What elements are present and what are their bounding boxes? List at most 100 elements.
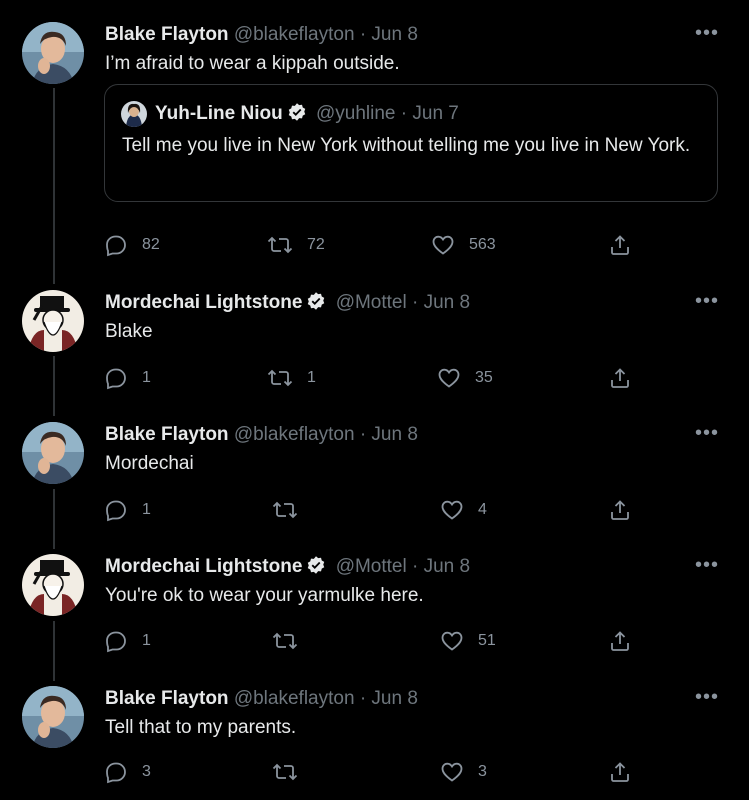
author-handle[interactable]: @blakeflayton <box>234 688 355 709</box>
reply-count: 1 <box>142 501 151 518</box>
author-handle[interactable]: @Mottel <box>336 292 407 313</box>
tweet-date[interactable]: Jun 8 <box>371 424 417 445</box>
separator: · <box>412 292 419 313</box>
share-icon <box>608 629 632 653</box>
like-count: 51 <box>478 632 496 649</box>
reply-button[interactable]: 1 <box>104 628 151 654</box>
author-handle[interactable]: @blakeflayton <box>234 24 355 45</box>
reply-count: 82 <box>142 236 160 253</box>
more-options-icon[interactable]: ••• <box>695 686 719 708</box>
tweet-date[interactable]: Jun 8 <box>371 24 417 45</box>
more-options-icon[interactable]: ••• <box>695 22 719 44</box>
reply-count: 3 <box>142 763 151 780</box>
retweet-icon <box>272 760 298 784</box>
retweet-button[interactable]: 72 <box>267 232 325 258</box>
separator: · <box>359 24 367 45</box>
quoted-author-name[interactable]: Yuh-Line Niou <box>155 103 283 124</box>
tweet-text: Tell that to my parents. <box>105 717 297 738</box>
share-icon <box>608 366 632 390</box>
reply-icon <box>104 629 128 653</box>
share-button[interactable] <box>608 232 632 258</box>
avatar-blake[interactable] <box>22 22 84 84</box>
separator: · <box>412 556 419 577</box>
tweet[interactable]: Blake Flayton @blakeflayton · Jun 8 ••• … <box>0 686 749 796</box>
avatar-yuhline <box>121 101 147 127</box>
avatar-blake[interactable] <box>22 686 84 748</box>
tweet[interactable]: Blake Flayton @blakeflayton · Jun 8 ••• … <box>0 422 749 532</box>
reply-count: 1 <box>142 369 151 386</box>
author-handle[interactable]: @Mottel <box>336 556 407 577</box>
separator: · <box>359 424 367 445</box>
tweet-header: Blake Flayton @blakeflayton · Jun 8 <box>105 686 418 712</box>
like-count: 563 <box>469 236 496 253</box>
like-button[interactable]: 51 <box>440 628 496 654</box>
like-button[interactable]: 563 <box>431 232 496 258</box>
reply-button[interactable]: 1 <box>104 365 151 391</box>
tweet-header: Blake Flayton @blakeflayton · Jun 8 <box>105 422 418 448</box>
tweet[interactable]: Mordechai Lightstone @Mottel · Jun 8 •••… <box>0 290 749 400</box>
retweet-button[interactable]: 1 <box>267 365 316 391</box>
retweet-icon <box>267 233 293 257</box>
author-name[interactable]: Blake Flayton <box>105 424 229 445</box>
like-button[interactable]: 35 <box>437 365 493 391</box>
quoted-author-handle[interactable]: @yuhline <box>316 103 396 124</box>
heart-icon <box>440 629 464 653</box>
author-handle[interactable]: @blakeflayton <box>234 424 355 445</box>
author-name[interactable]: Mordechai Lightstone <box>105 556 302 577</box>
tweet-actions: 1 4 <box>104 497 644 523</box>
tweet-text: I’m afraid to wear a kippah outside. <box>105 53 400 74</box>
reply-button[interactable]: 3 <box>104 759 151 785</box>
retweet-button[interactable] <box>272 759 312 785</box>
heart-icon <box>437 366 461 390</box>
author-name[interactable]: Blake Flayton <box>105 688 229 709</box>
like-button[interactable]: 3 <box>440 759 487 785</box>
share-icon <box>608 233 632 257</box>
tweet-header: Mordechai Lightstone @Mottel · Jun 8 <box>105 290 470 316</box>
verified-badge-icon <box>306 555 326 583</box>
reply-icon <box>104 366 128 390</box>
reply-icon <box>104 760 128 784</box>
tweet-date[interactable]: Jun 8 <box>424 556 470 577</box>
share-button[interactable] <box>608 759 632 785</box>
quoted-tweet-header: Yuh-Line Niou @yuhline · Jun 7 <box>155 101 459 130</box>
retweet-count: 1 <box>307 369 316 386</box>
reply-icon <box>104 233 128 257</box>
verified-badge-icon <box>287 102 307 130</box>
avatar-blake[interactable] <box>22 422 84 484</box>
tweet-actions: 1 51 <box>104 628 644 654</box>
avatar-mordechai[interactable] <box>22 290 84 352</box>
tweet-actions: 3 3 <box>104 759 644 785</box>
author-name[interactable]: Blake Flayton <box>105 24 229 45</box>
reply-button[interactable]: 1 <box>104 497 151 523</box>
tweet-header: Blake Flayton @blakeflayton · Jun 8 <box>105 22 418 48</box>
avatar-mordechai[interactable] <box>22 554 84 616</box>
tweet[interactable]: Mordechai Lightstone @Mottel · Jun 8 •••… <box>0 554 749 664</box>
tweet-date[interactable]: Jun 8 <box>424 292 470 313</box>
more-options-icon[interactable]: ••• <box>695 554 719 576</box>
tweet-text: Blake <box>105 321 153 342</box>
share-button[interactable] <box>608 365 632 391</box>
share-button[interactable] <box>608 628 632 654</box>
reply-count: 1 <box>142 632 151 649</box>
verified-badge-icon <box>306 291 326 319</box>
more-options-icon[interactable]: ••• <box>695 290 719 312</box>
tweet-date[interactable]: Jun 8 <box>371 688 417 709</box>
tweet-text: Mordechai <box>105 453 194 474</box>
retweet-icon <box>272 629 298 653</box>
tweet-actions: 82 72 563 <box>104 232 644 258</box>
like-button[interactable]: 4 <box>440 497 487 523</box>
more-options-icon[interactable]: ••• <box>695 422 719 444</box>
share-button[interactable] <box>608 497 632 523</box>
retweet-button[interactable] <box>272 628 312 654</box>
reply-button[interactable]: 82 <box>104 232 160 258</box>
tweet[interactable]: Blake Flayton @blakeflayton · Jun 8 ••• … <box>0 22 749 262</box>
quoted-tweet[interactable]: Yuh-Line Niou @yuhline · Jun 7 Tell me y… <box>104 84 718 202</box>
quoted-tweet-date[interactable]: Jun 7 <box>412 103 458 124</box>
share-icon <box>608 760 632 784</box>
reply-icon <box>104 498 128 522</box>
tweet-text: You're ok to wear your yarmulke here. <box>105 585 424 606</box>
tweet-header: Mordechai Lightstone @Mottel · Jun 8 <box>105 554 470 580</box>
retweet-button[interactable] <box>272 497 312 523</box>
author-name[interactable]: Mordechai Lightstone <box>105 292 302 313</box>
like-count: 3 <box>478 763 487 780</box>
